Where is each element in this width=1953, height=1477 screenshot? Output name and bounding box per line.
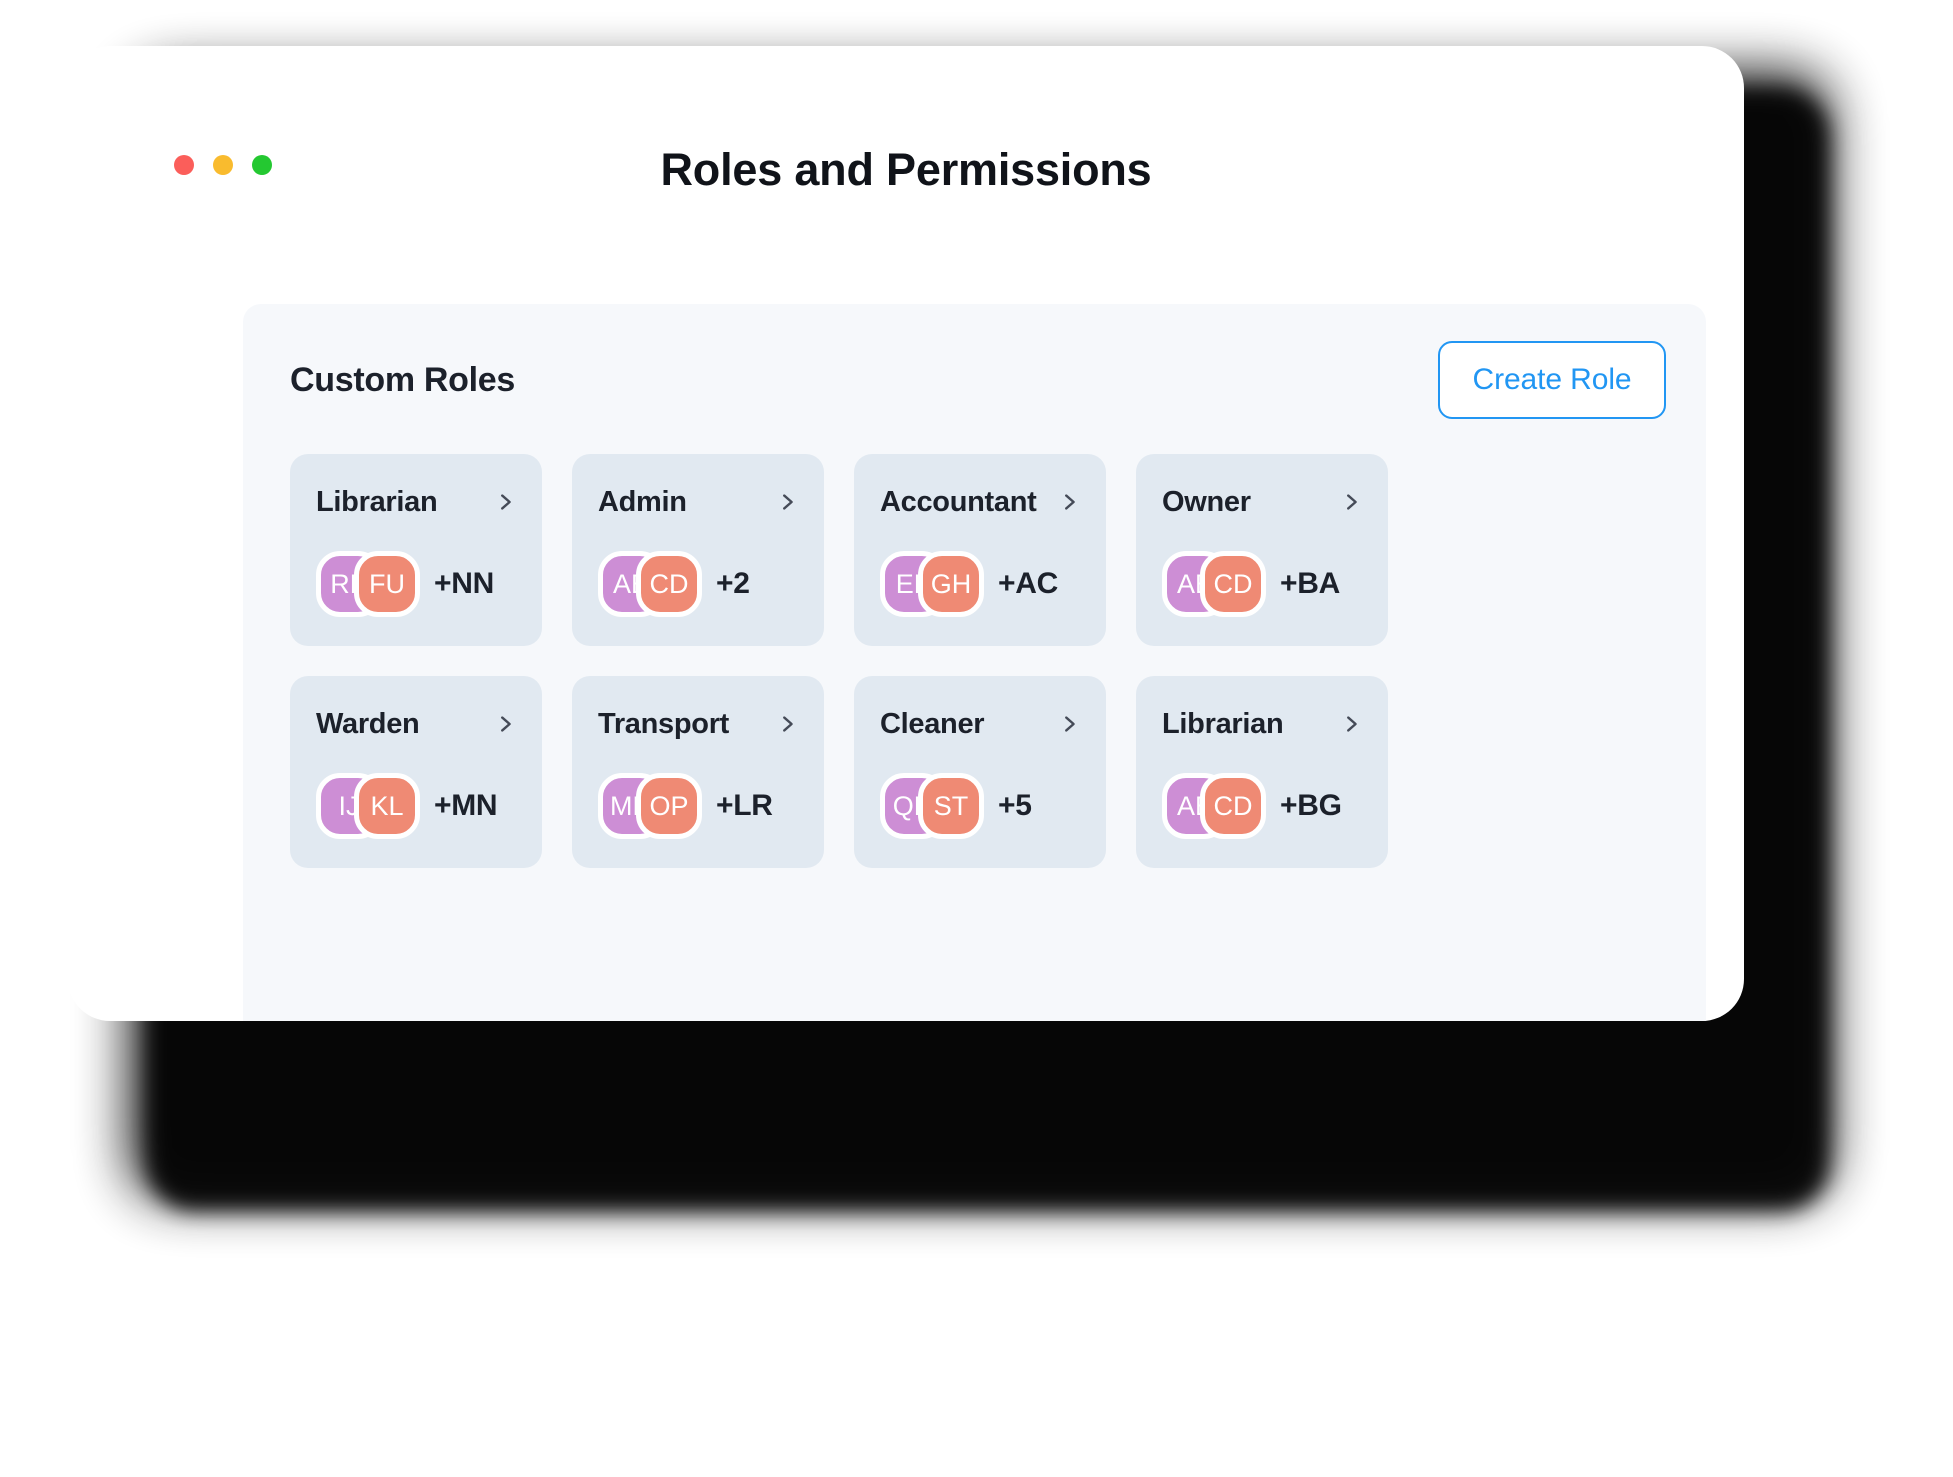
avatar[interactable]: GH [918,551,984,617]
role-card-header: Cleaner [880,704,1080,744]
role-name: Librarian [1162,707,1284,740]
avatar-row: EF GH +AC [880,551,1080,617]
role-card-header: Owner [1162,482,1362,522]
avatar-overflow-count: +AC [998,567,1058,600]
role-card[interactable]: Cleaner QR ST +5 [854,676,1106,868]
avatar-row: RE FU +NN [316,551,516,617]
screenshot-root: Roles and Permissions Custom Roles Creat… [0,0,1953,1477]
chevron-right-icon[interactable] [1058,713,1080,735]
avatar-row: AB CD +2 [598,551,798,617]
role-card[interactable]: Transport MN OP +LR [572,676,824,868]
chevron-right-icon[interactable] [776,491,798,513]
chevron-right-icon[interactable] [1340,491,1362,513]
avatar[interactable]: CD [636,551,702,617]
avatar-stack: QR ST [880,773,984,839]
avatar-overflow-count: +BA [1280,567,1340,600]
avatar[interactable]: FU [354,551,420,617]
role-card-header: Librarian [1162,704,1362,744]
avatar-initials: KL [370,790,404,821]
role-name: Transport [598,707,730,740]
role-card[interactable]: Warden IJ KL +MN [290,676,542,868]
chevron-right-icon[interactable] [1340,713,1362,735]
role-card-header: Warden [316,704,516,744]
avatar-stack: IJ KL [316,773,420,839]
avatar-row: IJ KL +MN [316,773,516,839]
roles-panel: Custom Roles Create Role Librarian RE FU +N… [243,304,1706,1021]
avatar-row: AB CD +BG [1162,773,1362,839]
avatar-initials: ST [933,790,969,821]
avatar-overflow-count: +MN [434,789,498,822]
custom-roles-header: Custom Roles Create Role [290,341,1666,419]
app-window: Roles and Permissions Custom Roles Creat… [68,46,1744,1021]
role-name: Librarian [316,485,438,518]
avatar[interactable]: OP [636,773,702,839]
avatar-stack: AB CD [1162,773,1266,839]
avatar-initials: OP [649,790,689,821]
role-card[interactable]: Owner AB CD +BA [1136,454,1388,646]
avatar-overflow-count: +2 [716,567,750,600]
role-name: Warden [316,707,420,740]
role-card-header: Librarian [316,482,516,522]
avatar-stack: MN OP [598,773,702,839]
avatar[interactable]: CD [1200,773,1266,839]
avatar-initials: CD [649,568,689,599]
role-name: Accountant [880,485,1037,518]
role-card-header: Transport [598,704,798,744]
avatar-stack: AB CD [1162,551,1266,617]
avatar-overflow-count: +LR [716,789,773,822]
avatar-initials: CD [1213,790,1253,821]
role-card[interactable]: Librarian RE FU +NN [290,454,542,646]
chevron-right-icon[interactable] [776,713,798,735]
avatar-overflow-count: +5 [998,789,1032,822]
create-role-button[interactable]: Create Role [1438,341,1666,419]
role-name: Cleaner [880,707,985,740]
chevron-right-icon[interactable] [494,491,516,513]
role-name: Admin [598,485,687,518]
avatar-row: QR ST +5 [880,773,1080,839]
avatar-row: MN OP +LR [598,773,798,839]
role-card-header: Admin [598,482,798,522]
avatar-stack: RE FU [316,551,420,617]
role-card-header: Accountant [880,482,1080,522]
avatar-stack: AB CD [598,551,702,617]
avatar-overflow-count: +NN [434,567,494,600]
avatar-initials: FU [369,568,405,599]
chevron-right-icon[interactable] [1058,491,1080,513]
role-name: Owner [1162,485,1251,518]
role-card[interactable]: Librarian AB CD +BG [1136,676,1388,868]
avatar-stack: EF GH [880,551,984,617]
avatar-row: AB CD +BA [1162,551,1362,617]
avatar-initials: GH [930,568,972,599]
avatar-initials: CD [1213,568,1253,599]
avatar[interactable]: KL [354,773,420,839]
custom-roles-grid: Librarian RE FU +NN Admin AB CD +2 Accountant EF G… [290,454,1660,868]
custom-roles-title: Custom Roles [290,360,515,399]
avatar-overflow-count: +BG [1280,789,1342,822]
avatar[interactable]: CD [1200,551,1266,617]
chevron-right-icon[interactable] [494,713,516,735]
page-title: Roles and Permissions [660,144,1152,195]
role-card[interactable]: Accountant EF GH +AC [854,454,1106,646]
avatar[interactable]: ST [918,773,984,839]
role-card[interactable]: Admin AB CD +2 [572,454,824,646]
